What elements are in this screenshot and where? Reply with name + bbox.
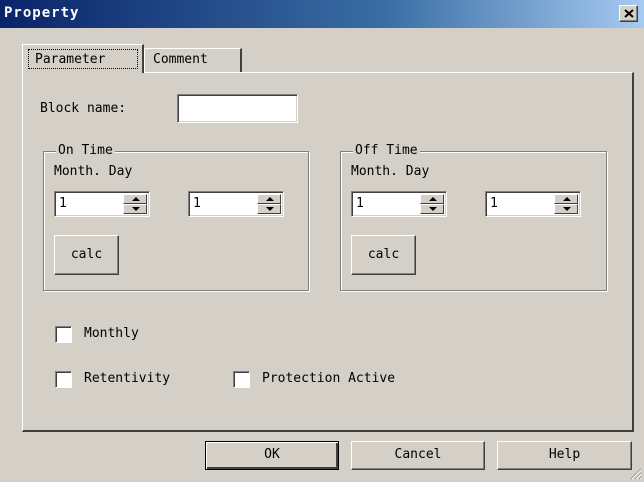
ok-button[interactable]: OK <box>205 441 339 470</box>
tab-parameter-label: Parameter <box>35 52 106 67</box>
window-title: Property <box>4 5 80 21</box>
close-icon <box>624 9 634 18</box>
ok-label: OK <box>264 447 280 462</box>
cancel-button[interactable]: Cancel <box>351 441 485 470</box>
property-dialog: Property Parameter Comment Block name: O… <box>0 0 644 482</box>
help-label: Help <box>548 447 581 462</box>
help-button[interactable]: Help <box>497 441 632 470</box>
tab-parameter[interactable]: Parameter <box>22 44 144 73</box>
tab-panel-parameter <box>22 72 634 432</box>
title-bar[interactable]: Property <box>0 0 644 28</box>
tab-comment-label: Comment <box>153 52 208 67</box>
close-button[interactable] <box>619 5 638 22</box>
resize-grip-icon[interactable] <box>630 468 642 480</box>
tab-comment[interactable]: Comment <box>144 48 242 72</box>
cancel-label: Cancel <box>394 447 442 462</box>
